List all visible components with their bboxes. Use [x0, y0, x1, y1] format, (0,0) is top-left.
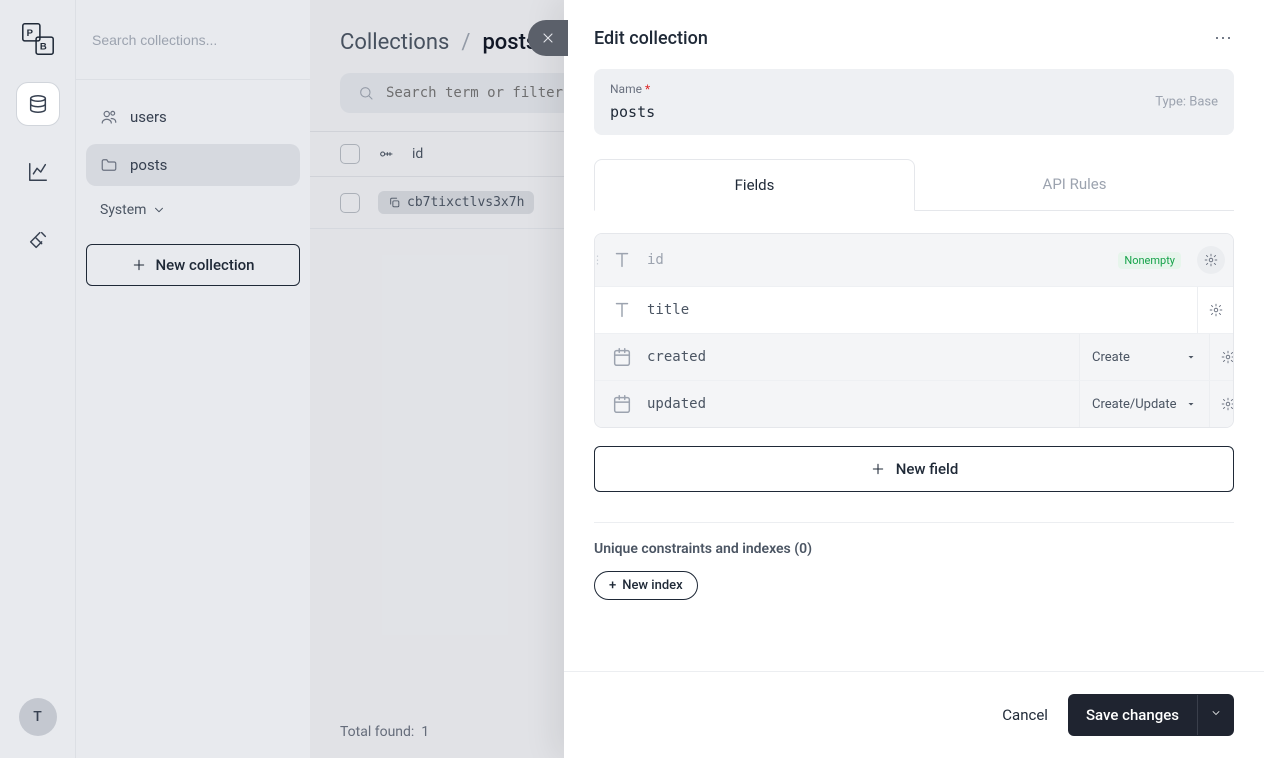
- text-type-icon: [611, 299, 633, 321]
- tab-fields[interactable]: Fields: [594, 159, 915, 211]
- folder-icon: [100, 156, 118, 174]
- field-row-title[interactable]: title: [595, 287, 1233, 334]
- date-type-icon: [611, 393, 633, 415]
- field-options-button[interactable]: [1209, 334, 1234, 380]
- field-options-button[interactable]: [1197, 246, 1225, 274]
- field-row-updated[interactable]: updated Create/Update: [595, 381, 1233, 427]
- plus-icon: [870, 461, 886, 477]
- cancel-button[interactable]: Cancel: [1002, 706, 1048, 724]
- nonempty-badge: Nonempty: [1118, 252, 1181, 269]
- drag-handle-icon[interactable]: ⋮⋮: [594, 254, 603, 267]
- sidebar-item-label: users: [130, 108, 167, 126]
- caret-down-icon: [1185, 351, 1197, 363]
- nav-rail: P B T: [0, 0, 75, 758]
- panel-title: Edit collection: [594, 28, 708, 49]
- field-options-button[interactable]: [1197, 287, 1233, 333]
- text-type-icon: [611, 249, 633, 271]
- edit-collection-panel: Edit collection ⋯ Name * posts Type: Bas…: [564, 0, 1264, 758]
- save-changes-button[interactable]: Save changes: [1068, 694, 1234, 736]
- close-icon: [540, 30, 556, 46]
- sidebar-item-label: posts: [130, 156, 167, 174]
- svg-text:B: B: [39, 41, 46, 52]
- panel-tabs: Fields API Rules: [594, 159, 1234, 211]
- autodate-select[interactable]: Create: [1079, 334, 1209, 380]
- collection-type-label: Type: Base: [1155, 95, 1218, 110]
- collection-name-value: posts: [610, 103, 1218, 121]
- chevron-down-icon: [1210, 707, 1222, 719]
- close-panel-button[interactable]: [528, 20, 568, 56]
- nav-settings[interactable]: [16, 218, 60, 262]
- app-logo: P B: [19, 20, 57, 58]
- fields-list: ⋮⋮ id Nonempty title created Create: [594, 233, 1234, 428]
- caret-down-icon: [1185, 398, 1197, 410]
- avatar[interactable]: T: [19, 698, 57, 736]
- chevron-down-icon: [152, 203, 166, 217]
- field-row-created[interactable]: created Create: [595, 334, 1233, 381]
- plus-icon: [131, 257, 147, 273]
- sidebar-item-users[interactable]: users: [86, 96, 300, 138]
- nav-collections[interactable]: [16, 82, 60, 126]
- tab-api-rules[interactable]: API Rules: [915, 159, 1234, 210]
- users-icon: [100, 108, 118, 126]
- collection-name-field[interactable]: Name * posts Type: Base: [594, 69, 1234, 135]
- field-row-id[interactable]: ⋮⋮ id Nonempty: [595, 234, 1233, 287]
- collections-sidebar: users posts System New collection: [75, 0, 310, 758]
- nav-logs[interactable]: [16, 150, 60, 194]
- field-options-button[interactable]: [1209, 381, 1234, 427]
- new-field-button[interactable]: New field: [594, 446, 1234, 492]
- panel-more-button[interactable]: ⋯: [1214, 28, 1234, 49]
- date-type-icon: [611, 346, 633, 368]
- new-index-button[interactable]: + New index: [594, 571, 698, 600]
- sidebar-item-posts[interactable]: posts: [86, 144, 300, 186]
- system-toggle[interactable]: System: [86, 192, 300, 228]
- save-dropdown-button[interactable]: [1197, 695, 1234, 735]
- indexes-heading: Unique constraints and indexes (0): [594, 541, 1234, 557]
- new-collection-button[interactable]: New collection: [86, 244, 300, 286]
- search-collections-input[interactable]: [92, 32, 294, 48]
- svg-text:P: P: [26, 28, 33, 39]
- autodate-select[interactable]: Create/Update: [1079, 381, 1209, 427]
